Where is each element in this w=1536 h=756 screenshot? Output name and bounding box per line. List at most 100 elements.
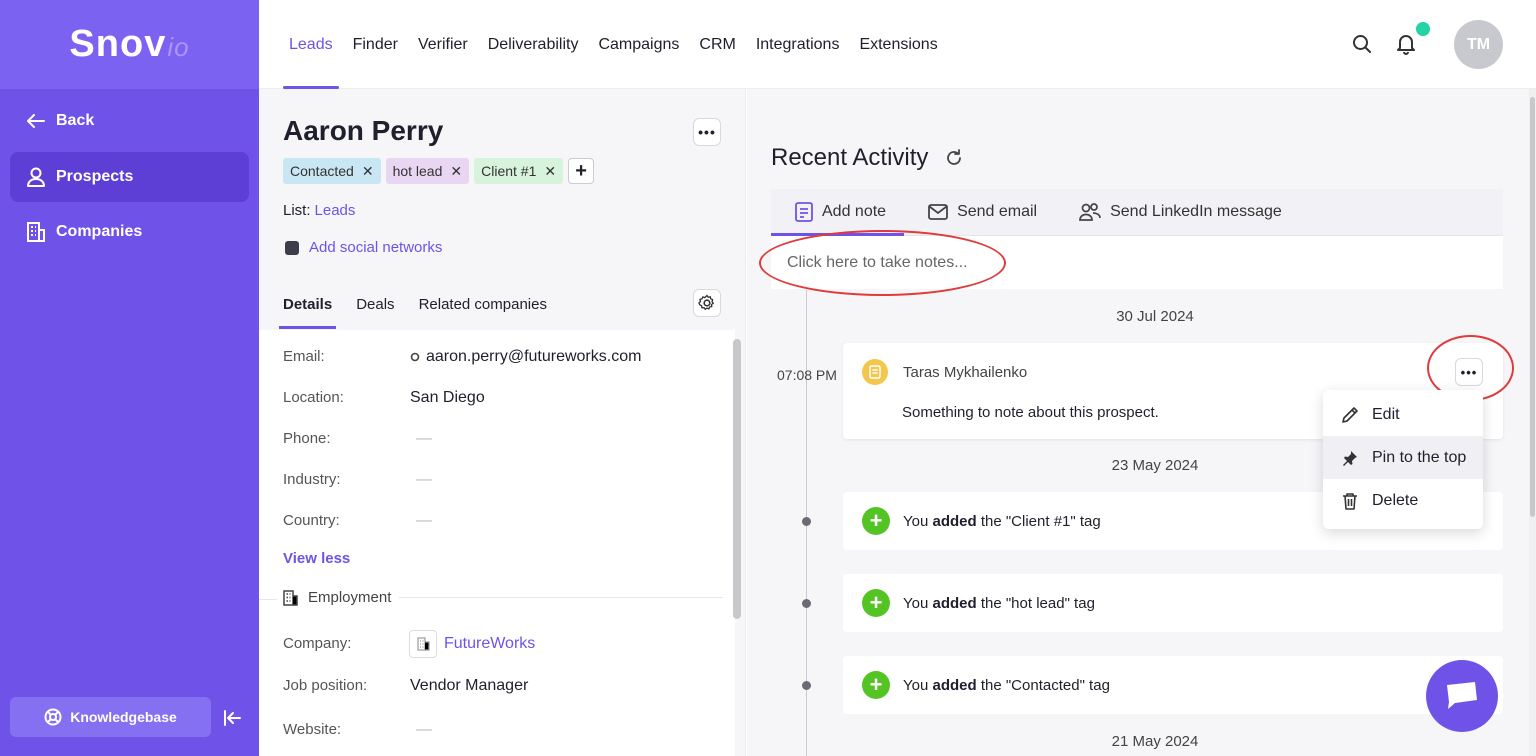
activity-item: + You added the "Contacted" tag bbox=[843, 656, 1503, 714]
refresh-icon[interactable] bbox=[944, 148, 964, 168]
building-icon bbox=[26, 222, 46, 242]
email-label: Email: bbox=[283, 348, 325, 365]
location-label: Location: bbox=[283, 389, 344, 406]
note-context-menu: Edit Pin to the top Delete bbox=[1323, 390, 1483, 529]
nav-leads[interactable]: Leads bbox=[283, 0, 339, 89]
facebook-icon bbox=[285, 240, 299, 255]
top-bar: Leads Finder Verifier Deliverability Cam… bbox=[259, 0, 1536, 89]
nav-deliverability[interactable]: Deliverability bbox=[488, 0, 579, 89]
detail-tabs: Details Deals Related companies bbox=[278, 281, 547, 329]
website-value: — bbox=[416, 720, 432, 738]
tab-label: Send LinkedIn message bbox=[1110, 203, 1282, 220]
company-value[interactable]: FutureWorks bbox=[409, 629, 535, 658]
knowledgebase-button[interactable]: Knowledgebase bbox=[10, 697, 211, 737]
remove-tag-icon[interactable]: ✕ bbox=[450, 163, 462, 180]
date-separator: 30 Jul 2024 bbox=[1116, 308, 1194, 325]
back-label: Back bbox=[56, 112, 95, 129]
avatar[interactable]: TM bbox=[1454, 20, 1503, 69]
country-label: Country: bbox=[283, 512, 340, 529]
timeline-dot bbox=[802, 599, 811, 608]
sidebar-item-label: Prospects bbox=[56, 168, 134, 185]
menu-item-label: Pin to the top bbox=[1372, 448, 1467, 466]
tag-client-1: Client #1 ✕ bbox=[474, 158, 564, 184]
tab-details[interactable]: Details bbox=[278, 281, 337, 329]
details-section: Email: aaron.perry@futureworks.com Locat… bbox=[259, 330, 735, 756]
settings-button[interactable] bbox=[693, 289, 721, 317]
page-scrollbar[interactable] bbox=[1529, 89, 1536, 756]
list-link[interactable]: Leads bbox=[315, 202, 356, 219]
tab-add-note[interactable]: Add note bbox=[770, 189, 905, 236]
nav-crm[interactable]: CRM bbox=[699, 0, 735, 89]
remove-tag-icon[interactable]: ✕ bbox=[544, 163, 556, 180]
website-label: Website: bbox=[283, 721, 342, 738]
email-value[interactable]: aaron.perry@futureworks.com bbox=[410, 348, 641, 366]
status-circle-icon bbox=[410, 352, 420, 361]
nav-integrations[interactable]: Integrations bbox=[756, 0, 840, 89]
add-tag-button[interactable]: + bbox=[568, 158, 595, 184]
location-value: San Diego bbox=[410, 388, 485, 406]
prospect-panel: Aaron Perry ••• Contacted ✕ hot lead ✕ Cli… bbox=[259, 89, 746, 756]
menu-item-pin[interactable]: Pin to the top bbox=[1323, 436, 1483, 479]
note-icon bbox=[795, 202, 813, 222]
phone-row: Phone: — bbox=[283, 430, 432, 448]
pencil-icon bbox=[1340, 406, 1360, 424]
email-text: aaron.perry@futureworks.com bbox=[426, 347, 642, 365]
collapse-sidebar-icon[interactable] bbox=[221, 707, 243, 729]
company-row: Company: FutureWorks bbox=[283, 629, 535, 658]
chat-icon bbox=[1447, 682, 1477, 709]
timeline-dot bbox=[802, 681, 811, 690]
pin-icon bbox=[1340, 450, 1360, 466]
add-social-label: Add social networks bbox=[309, 239, 443, 256]
plus-icon: + bbox=[862, 589, 890, 617]
list-row: List: Leads bbox=[283, 202, 355, 219]
tab-send-linkedin[interactable]: Send LinkedIn message bbox=[1079, 189, 1282, 235]
menu-item-delete[interactable]: Delete bbox=[1323, 479, 1483, 522]
bell-icon[interactable] bbox=[1396, 33, 1416, 60]
sidebar-item-prospects[interactable]: Prospects bbox=[10, 152, 249, 202]
activity-text: You added the "Client #1" tag bbox=[903, 512, 1101, 530]
trash-icon bbox=[1340, 492, 1360, 510]
view-less-link[interactable]: View less bbox=[283, 550, 350, 567]
job-position-value: Vendor Manager bbox=[410, 676, 529, 694]
tag-list: Contacted ✕ hot lead ✕ Client #1 ✕ + bbox=[283, 158, 595, 184]
nav-verifier[interactable]: Verifier bbox=[418, 0, 468, 89]
list-label: List: bbox=[283, 202, 311, 219]
phone-value: — bbox=[416, 429, 432, 447]
nav-finder[interactable]: Finder bbox=[353, 0, 398, 89]
logo[interactable]: Snovio bbox=[0, 0, 259, 89]
plus-icon: + bbox=[862, 507, 890, 535]
activity-title-text: Recent Activity bbox=[771, 144, 929, 171]
menu-item-label: Edit bbox=[1372, 405, 1400, 423]
details-scrollbar[interactable] bbox=[733, 339, 741, 619]
activity-text: You added the "Contacted" tag bbox=[903, 676, 1110, 694]
tag-contacted: Contacted ✕ bbox=[283, 158, 381, 184]
company-label: Company: bbox=[283, 635, 352, 652]
activity-time: 07:08 PM bbox=[777, 367, 837, 383]
website-row: Website: — bbox=[283, 721, 432, 739]
prospect-name: Aaron Perry bbox=[283, 115, 444, 146]
add-social-networks-link[interactable]: Add social networks bbox=[285, 239, 442, 256]
tab-related-companies[interactable]: Related companies bbox=[419, 281, 547, 329]
chat-widget-button[interactable] bbox=[1426, 660, 1498, 732]
sidebar-item-companies[interactable]: Companies bbox=[10, 207, 249, 257]
prospect-more-button[interactable]: ••• bbox=[693, 118, 721, 146]
person-icon bbox=[26, 167, 46, 187]
activity-item: + You added the "hot lead" tag bbox=[843, 574, 1503, 632]
highlight-ellipse-note-input bbox=[759, 230, 1006, 296]
scrollbar-thumb[interactable] bbox=[1530, 97, 1535, 517]
note-author: Taras Mykhailenko bbox=[903, 364, 1028, 381]
job-position-label: Job position: bbox=[283, 677, 368, 694]
note-icon bbox=[862, 359, 888, 385]
tab-send-email[interactable]: Send email bbox=[928, 189, 1037, 235]
arrow-left-icon bbox=[26, 111, 46, 131]
back-button[interactable]: Back bbox=[10, 96, 249, 146]
nav-campaigns[interactable]: Campaigns bbox=[598, 0, 679, 89]
menu-item-edit[interactable]: Edit bbox=[1323, 393, 1483, 436]
tag-label: Contacted bbox=[290, 163, 354, 179]
tab-label: Add note bbox=[822, 203, 887, 220]
remove-tag-icon[interactable]: ✕ bbox=[362, 163, 374, 180]
search-icon[interactable] bbox=[1352, 34, 1372, 59]
timeline-dot bbox=[802, 517, 811, 526]
nav-extensions[interactable]: Extensions bbox=[859, 0, 937, 89]
tab-deals[interactable]: Deals bbox=[356, 281, 394, 329]
